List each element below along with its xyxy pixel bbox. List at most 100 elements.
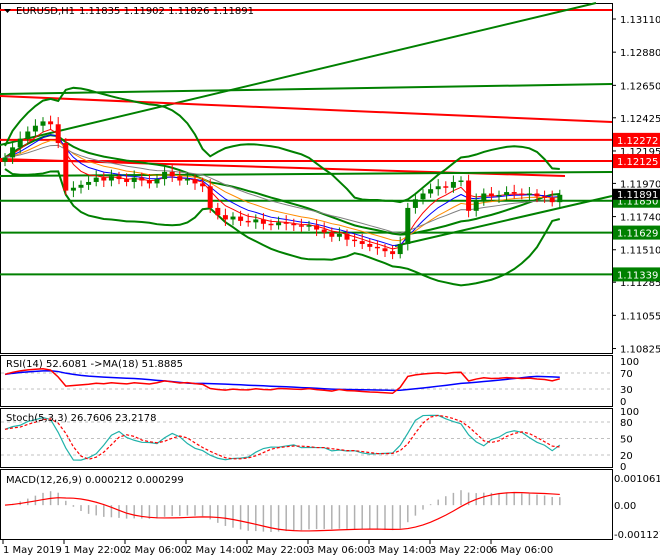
candle-bullish: [458, 180, 464, 182]
candle-bearish: [124, 179, 130, 182]
candle-bullish: [108, 176, 114, 181]
candle-bearish: [344, 233, 350, 240]
candle-bullish: [10, 147, 16, 158]
main-pane-frame: [0, 3, 613, 354]
level-badge-label: 1.12272: [617, 136, 658, 147]
time-tick-label: 2 May 14:00: [186, 545, 248, 556]
level-badge-label: 1.12125: [617, 157, 658, 168]
candle-bullish: [405, 207, 411, 244]
candle-bearish: [268, 223, 274, 226]
time-tick-label: 2 May 06:00: [125, 545, 187, 556]
time-axis: 1 May 2019 1 May 22:002 May 06:002 May 14…: [2, 540, 553, 556]
candle-bearish: [367, 243, 373, 247]
price-tick-label: 1.12425: [620, 114, 660, 125]
red-trendline-descending[interactable]: [0, 95, 613, 123]
candle-bullish: [557, 194, 563, 203]
stoch-axis-label: 50: [620, 435, 633, 446]
candle-bullish: [162, 171, 168, 180]
candle-bearish: [238, 216, 244, 221]
candle-bearish: [534, 193, 540, 197]
candle-bearish: [466, 180, 472, 211]
price-badges: 1.122721.121251.118501.116291.113391.118…: [613, 132, 660, 282]
candle-bearish: [177, 176, 183, 181]
chart-canvas[interactable]: 1.131101.128801.126501.124251.121951.119…: [0, 0, 660, 560]
green-trendline-upper[interactable]: [0, 83, 613, 95]
candle-bullish: [336, 233, 342, 237]
candle-bearish: [55, 124, 61, 144]
time-tick-label: 3 May 22:00: [430, 545, 492, 556]
rsi-axis-label: 30: [620, 385, 633, 396]
candle-bearish: [207, 186, 213, 208]
candle-bearish: [352, 239, 358, 242]
candle-bullish: [420, 193, 426, 200]
time-tick-label: 1 May 2019: [3, 545, 62, 556]
macd-label: MACD(12,26,9) 0.000212 0.000299: [6, 475, 184, 486]
candle-bullish: [230, 216, 236, 220]
candle-bullish: [428, 189, 434, 194]
candle-bearish: [542, 196, 548, 198]
time-tick-label: 6 May 06:00: [491, 545, 553, 556]
macd-axis-label: 0.00: [614, 501, 636, 512]
candle-bearish: [116, 176, 122, 180]
candle-bullish: [32, 125, 38, 132]
candles: [2, 115, 563, 260]
ascending-trendline[interactable]: [0, 2, 597, 146]
candle-bearish: [314, 225, 320, 230]
candle-bullish: [496, 194, 502, 197]
stoch-label: Stoch(5,3,3) 26.7606 23.2178: [6, 413, 157, 424]
candle-bearish: [291, 223, 297, 226]
rsi-line: [4, 367, 560, 395]
candle-bearish: [382, 248, 388, 252]
current-price-label: 1.11891: [617, 190, 658, 201]
candle-bullish: [70, 187, 76, 191]
candle-bearish: [298, 225, 304, 227]
candle-bullish: [276, 222, 282, 226]
level-badge-label: 1.11629: [617, 229, 658, 240]
candle-bullish: [2, 157, 8, 162]
price-tick-label: 1.11055: [620, 311, 660, 322]
candle-bearish: [443, 186, 449, 188]
price-tick-label: 1.11510: [620, 246, 660, 257]
time-tick-label: 3 May 14:00: [369, 545, 431, 556]
rsi-ma-line: [4, 370, 560, 392]
candle-bullish: [40, 121, 46, 126]
symbol-ohlc-label: EURUSD,H1 1.11835 1.11902 1.11826 1.11891: [16, 6, 254, 17]
candle-bullish: [435, 186, 441, 190]
macd-axis-label: 0.001061: [614, 474, 660, 485]
candle-bullish: [306, 225, 312, 227]
price-tick-label: 1.11970: [620, 179, 660, 190]
stoch-axis-label: 0: [620, 462, 626, 473]
candle-bearish: [329, 232, 335, 237]
candle-bullish: [526, 193, 532, 195]
candle-bearish: [511, 192, 517, 194]
candle-bearish: [139, 177, 145, 181]
candle-bearish: [321, 229, 327, 233]
stoch-axis-label: 80: [620, 418, 633, 429]
stoch-axis-label: 20: [620, 451, 633, 462]
candle-bearish: [260, 219, 266, 224]
green-support-trendline[interactable]: [394, 195, 613, 247]
candle-bullish: [17, 138, 23, 148]
ema-8-line: [4, 134, 560, 246]
candle-bullish: [154, 179, 160, 184]
candle-bearish: [390, 251, 396, 255]
candle-bearish: [63, 143, 69, 191]
rsi-axis-label: 70: [620, 369, 633, 380]
rsi-axis-label: 100: [620, 357, 639, 368]
candle-bullish: [504, 192, 510, 195]
candle-bullish: [78, 184, 84, 188]
candle-bullish: [131, 177, 137, 182]
rsi-label: RSI(14) 52.6081 ->MA(18) 51.8885: [6, 359, 183, 370]
price-tick-label: 1.13110: [620, 15, 660, 26]
price-axis: 1.131101.128801.126501.124251.121951.119…: [612, 15, 660, 356]
candle-bearish: [245, 220, 251, 223]
candle-bearish: [101, 177, 107, 181]
price-tick-label: 1.12880: [620, 48, 660, 59]
candle-bearish: [374, 246, 380, 249]
price-tick-label: 1.11740: [620, 213, 660, 224]
candle-bullish: [86, 181, 92, 185]
candle-bearish: [549, 197, 555, 203]
candle-bullish: [93, 177, 99, 182]
candle-bearish: [222, 215, 228, 220]
time-tick-label: 2 May 22:00: [247, 545, 309, 556]
